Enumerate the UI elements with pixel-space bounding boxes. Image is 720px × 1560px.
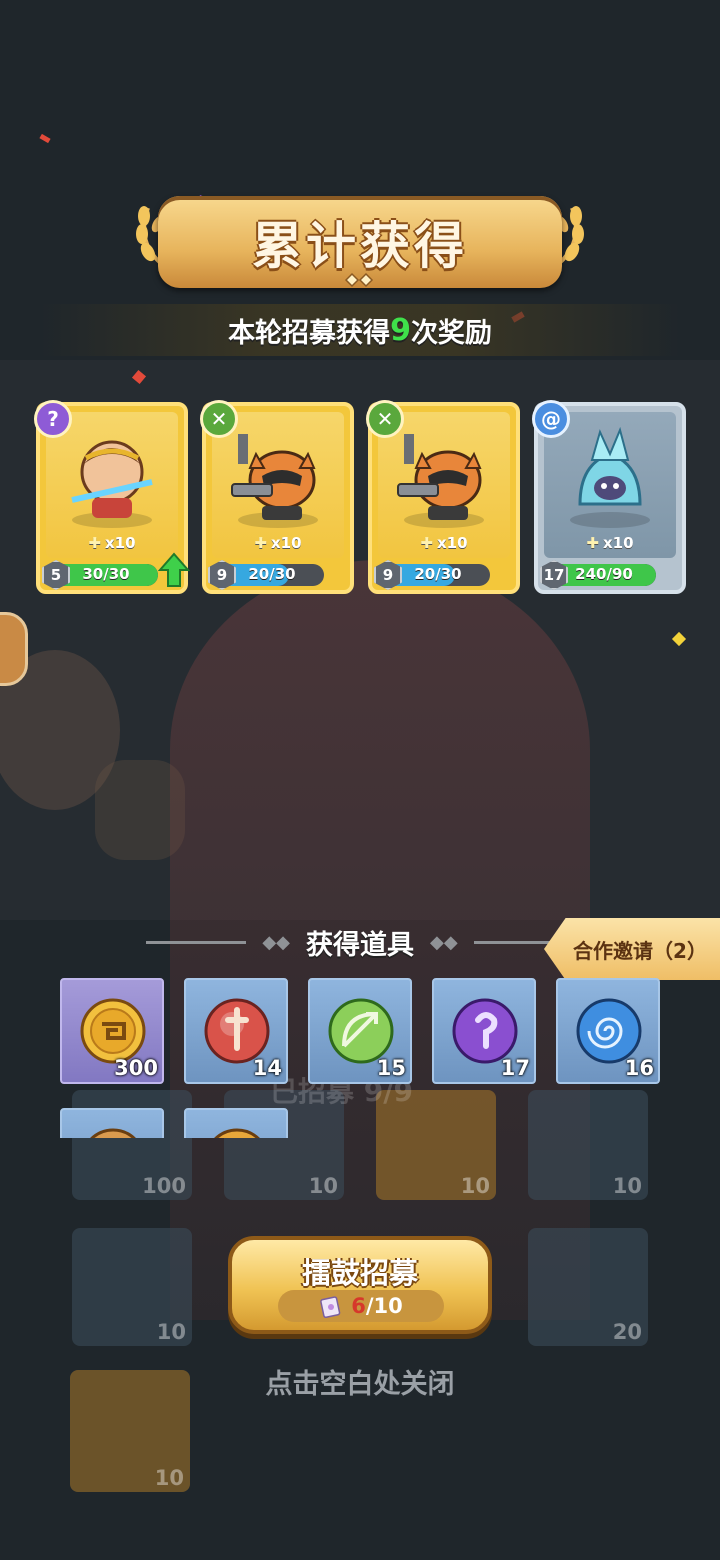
recruit-cost: 6/10 bbox=[278, 1290, 444, 1322]
diamond-ornament-icon: ◆◆ bbox=[430, 931, 458, 953]
background-slot-count: 10 bbox=[612, 1174, 642, 1198]
item-count: 14 bbox=[252, 1056, 282, 1080]
background-slot-count: 10 bbox=[154, 1466, 184, 1490]
reward-summary-prefix: 本轮招募获得 bbox=[228, 317, 391, 349]
ice-spirit-icon bbox=[570, 426, 650, 528]
item-slot[interactable] bbox=[60, 1108, 164, 1138]
item-slot[interactable]: 300 bbox=[60, 978, 164, 1084]
background-slot-count: 10 bbox=[460, 1174, 490, 1198]
shard-count: ✚ x10 bbox=[538, 534, 682, 552]
puzzle-piece-icon: ✚ bbox=[254, 534, 267, 552]
diamond-ornament-icon bbox=[344, 272, 374, 288]
upgrade-arrow-icon[interactable] bbox=[158, 552, 190, 588]
item-count: 300 bbox=[114, 1056, 158, 1080]
background-slot-count: 10 bbox=[156, 1320, 186, 1344]
recruit-used-count: 6 bbox=[351, 1294, 366, 1318]
puzzle-piece-icon: ✚ bbox=[420, 534, 433, 552]
raccoon-gunner-icon bbox=[397, 434, 484, 528]
recruit-total-count: /10 bbox=[365, 1294, 403, 1318]
reward-summary: 本轮招募获得 9 次奖励 bbox=[40, 304, 680, 356]
shard-count: ✚ x10 bbox=[206, 534, 350, 552]
background-character bbox=[95, 760, 185, 860]
shard-count: ✚ x10 bbox=[40, 534, 184, 552]
item-slot[interactable]: 14 bbox=[184, 978, 288, 1084]
item-slot[interactable]: 17 bbox=[432, 978, 536, 1084]
background-slot-count: 20 bbox=[612, 1320, 642, 1344]
raccoon-gunner-icon bbox=[231, 434, 318, 528]
shard-count: ✚ x10 bbox=[372, 534, 516, 552]
background-slot: 10 bbox=[72, 1228, 192, 1346]
background-slot-count: 100 bbox=[142, 1174, 186, 1198]
item-slot[interactable] bbox=[184, 1108, 288, 1138]
background-slot: 20 bbox=[528, 1228, 648, 1346]
puzzle-piece-icon: ✚ bbox=[586, 534, 599, 552]
hero-card[interactable]: @ ✚ x10 240/90 17 bbox=[532, 400, 686, 594]
hero-card[interactable]: ? ✚ x10 30/30 5 bbox=[34, 400, 190, 594]
reward-count: 9 bbox=[390, 312, 411, 348]
divider-line bbox=[146, 940, 247, 944]
shard-count-label: x10 bbox=[437, 534, 468, 552]
items-scroll-area[interactable] bbox=[0, 1106, 720, 1138]
side-hero-avatar[interactable] bbox=[0, 612, 28, 686]
gold-coin-icon bbox=[214, 1128, 260, 1138]
diamond-ornament-icon: ◆◆ bbox=[262, 931, 290, 953]
close-hint[interactable]: 点击空白处关闭 bbox=[0, 1362, 720, 1401]
items-title: 获得道具 bbox=[306, 929, 414, 961]
warrior-hero-icon bbox=[71, 440, 153, 528]
coop-invite-button[interactable]: 合作邀请（2） bbox=[544, 918, 720, 980]
hero-card[interactable]: ✕ ✚ x10 20/30 9 bbox=[200, 400, 354, 594]
wing-orb-icon bbox=[90, 1128, 136, 1138]
shard-count-label: x10 bbox=[105, 534, 136, 552]
confetti bbox=[39, 133, 51, 144]
item-count: 15 bbox=[376, 1056, 406, 1080]
reward-summary-suffix: 次奖励 bbox=[410, 317, 492, 349]
recruit-ticket-icon bbox=[320, 1296, 341, 1318]
background-slot-count: 10 bbox=[308, 1174, 338, 1198]
hero-card[interactable]: ✕ ✚ x10 20/30 9 bbox=[366, 400, 520, 594]
item-slot[interactable]: 15 bbox=[308, 978, 412, 1084]
item-count: 17 bbox=[500, 1056, 530, 1080]
shard-count-label: x10 bbox=[603, 534, 634, 552]
drum-recruit-button[interactable]: 擂鼓招募 6/10 bbox=[228, 1236, 492, 1334]
item-count: 16 bbox=[624, 1056, 654, 1080]
shard-count-label: x10 bbox=[271, 534, 302, 552]
puzzle-piece-icon: ✚ bbox=[88, 534, 101, 552]
item-slot[interactable]: 16 bbox=[556, 978, 660, 1084]
recruit-button-label: 擂鼓招募 bbox=[301, 1256, 418, 1290]
banner-title: 累计获得 bbox=[252, 217, 468, 275]
